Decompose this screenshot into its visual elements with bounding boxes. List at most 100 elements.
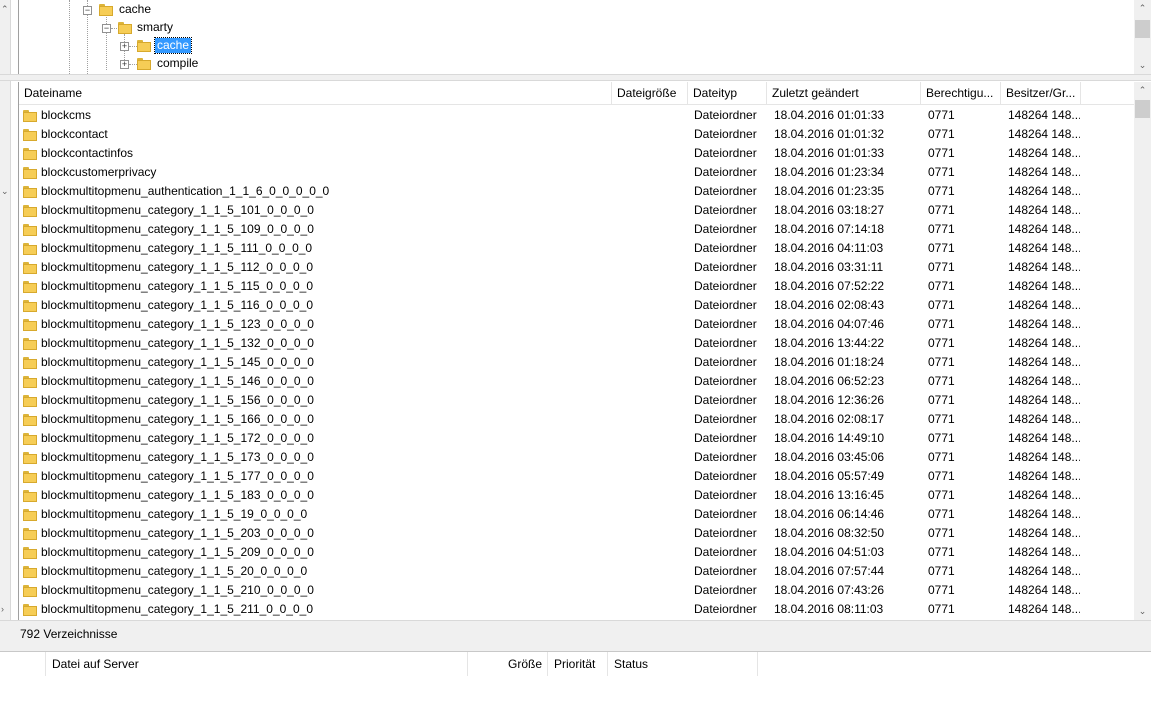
table-row[interactable]: blockmultitopmenu_category_1_1_5_123_0_0… xyxy=(19,315,1135,334)
cell-type: Dateiordner xyxy=(694,184,757,198)
cell-name: blockmultitopmenu_category_1_1_5_172_0_0… xyxy=(41,431,314,445)
cell-perms: 0771 xyxy=(928,108,955,122)
queue-column-size[interactable]: Größe xyxy=(468,652,548,676)
queue-column-file[interactable]: Datei auf Server xyxy=(46,652,468,676)
list-header: ⌃ Dateiname Dateigröße Dateityp Zuletzt … xyxy=(19,82,1135,105)
cell-type: Dateiordner xyxy=(694,203,757,217)
cell-perms: 0771 xyxy=(928,374,955,388)
chevron-down-icon[interactable]: ⌄ xyxy=(1,186,9,197)
tree-scrollbar[interactable]: ⌃ ⌄ xyxy=(1134,0,1151,74)
table-row[interactable]: blockmultitopmenu_category_1_1_5_20_0_0_… xyxy=(19,562,1135,581)
table-row[interactable]: blockcustomerprivacy Dateiordner 18.04.201… xyxy=(19,163,1135,182)
table-row[interactable]: blockmultitopmenu_authentication_1_1_6_0… xyxy=(19,182,1135,201)
tree-guide-line xyxy=(106,30,107,70)
table-row[interactable]: blockcms Dateiordner 18.04.2016 01:01:33 07… xyxy=(19,106,1135,125)
cell-perms: 0771 xyxy=(928,431,955,445)
tree-node-label[interactable]: cache xyxy=(117,2,153,17)
cell-name: blockmultitopmenu_category_1_1_5_101_0_0… xyxy=(41,203,314,217)
table-row[interactable]: blockmultitopmenu_category_1_1_5_156_0_0… xyxy=(19,391,1135,410)
tree-node-label[interactable]: cache xyxy=(153,37,193,54)
cell-owner: 148264 148... xyxy=(1008,374,1080,388)
table-row[interactable]: blockmultitopmenu_category_1_1_5_172_0_0… xyxy=(19,429,1135,448)
cell-name: blockmultitopmenu_category_1_1_5_123_0_0… xyxy=(41,317,314,331)
cell-type: Dateiordner xyxy=(694,260,757,274)
table-row[interactable]: blockmultitopmenu_category_1_1_5_132_0_0… xyxy=(19,334,1135,353)
column-header-modified[interactable]: Zuletzt geändert xyxy=(767,82,921,104)
expand-icon[interactable]: + xyxy=(120,42,129,51)
cell-modified: 18.04.2016 02:08:17 xyxy=(774,412,885,426)
cell-modified: 18.04.2016 07:57:44 xyxy=(774,564,885,578)
table-row[interactable]: blockmultitopmenu_category_1_1_5_145_0_0… xyxy=(19,353,1135,372)
table-row[interactable]: blockmultitopmenu_category_1_1_5_210_0_0… xyxy=(19,581,1135,600)
transfer-queue[interactable]: Datei auf Server Größe Priorität Status xyxy=(0,652,1151,720)
queue-column-priority[interactable]: Priorität xyxy=(548,652,608,676)
scroll-up-icon[interactable]: ⌃ xyxy=(1134,0,1151,17)
table-row[interactable]: blockmultitopmenu_category_1_1_5_203_0_0… xyxy=(19,524,1135,543)
column-header-owner[interactable]: Besitzer/Gr... xyxy=(1001,82,1081,104)
cell-perms: 0771 xyxy=(928,450,955,464)
cell-type: Dateiordner xyxy=(694,450,757,464)
cell-owner: 148264 148... xyxy=(1008,526,1080,540)
column-header-filesize[interactable]: Dateigröße xyxy=(612,82,688,104)
cell-type: Dateiordner xyxy=(694,545,757,559)
column-header-filename[interactable]: Dateiname xyxy=(19,82,612,104)
cell-name: blockmultitopmenu_category_1_1_5_209_0_0… xyxy=(41,545,314,559)
table-row[interactable]: blockmultitopmenu_category_1_1_5_211_0_0… xyxy=(19,600,1135,619)
cell-modified: 18.04.2016 13:44:22 xyxy=(774,336,885,350)
folder-icon xyxy=(137,38,151,52)
cell-name: blockmultitopmenu_category_1_1_5_111_0_0… xyxy=(41,241,313,255)
scroll-down-icon[interactable]: ⌄ xyxy=(1134,603,1151,620)
collapse-icon[interactable]: − xyxy=(83,6,92,15)
remote-directory-tree[interactable]: − cache − smarty + cache + compile xyxy=(18,0,1135,74)
column-header-filetype[interactable]: Dateityp xyxy=(688,82,767,104)
queue-splitter[interactable] xyxy=(0,645,1151,652)
cell-name: blockmultitopmenu_category_1_1_5_132_0_0… xyxy=(41,336,314,350)
scrollbar-thumb[interactable] xyxy=(1135,100,1150,118)
folder-icon xyxy=(23,393,37,407)
folder-icon xyxy=(23,127,37,141)
cell-perms: 0771 xyxy=(928,298,955,312)
table-row[interactable]: blockcontactinfos Dateiordner 18.04.2016 0… xyxy=(19,144,1135,163)
table-row[interactable]: blockmultitopmenu_category_1_1_5_109_0_0… xyxy=(19,220,1135,239)
table-row[interactable]: blockmultitopmenu_category_1_1_5_177_0_0… xyxy=(19,467,1135,486)
expand-icon[interactable]: + xyxy=(120,60,129,69)
column-header-permissions[interactable]: Berechtigu... xyxy=(921,82,1001,104)
tree-node-label[interactable]: smarty xyxy=(135,20,175,35)
table-row[interactable]: blockmultitopmenu_category_1_1_5_115_0_0… xyxy=(19,277,1135,296)
table-row[interactable]: blockmultitopmenu_category_1_1_5_101_0_0… xyxy=(19,201,1135,220)
scroll-up-icon[interactable]: ⌃ xyxy=(1134,82,1151,99)
table-row[interactable]: blockmultitopmenu_category_1_1_5_166_0_0… xyxy=(19,410,1135,429)
scrollbar-thumb[interactable] xyxy=(1135,20,1150,38)
cell-perms: 0771 xyxy=(928,412,955,426)
cell-owner: 148264 148... xyxy=(1008,108,1080,122)
chevron-up-icon[interactable]: ⌃ xyxy=(1,4,9,15)
cell-owner: 148264 148... xyxy=(1008,507,1080,521)
cell-modified: 18.04.2016 04:07:46 xyxy=(774,317,885,331)
cell-modified: 18.04.2016 14:49:10 xyxy=(774,431,885,445)
file-list-scrollbar[interactable]: ⌃ ⌄ xyxy=(1134,82,1151,620)
cell-owner: 148264 148... xyxy=(1008,450,1080,464)
cell-modified: 18.04.2016 05:57:49 xyxy=(774,469,885,483)
table-row[interactable]: blockmultitopmenu_category_1_1_5_19_0_0_… xyxy=(19,505,1135,524)
collapse-icon[interactable]: − xyxy=(102,24,111,33)
table-row[interactable]: blockmultitopmenu_category_1_1_5_112_0_0… xyxy=(19,258,1135,277)
table-row[interactable]: blockmultitopmenu_category_1_1_5_209_0_0… xyxy=(19,543,1135,562)
cell-perms: 0771 xyxy=(928,526,955,540)
tree-node-label[interactable]: compile xyxy=(155,56,200,71)
file-rows: blockcms Dateiordner 18.04.2016 01:01:33 07… xyxy=(19,106,1135,619)
cell-type: Dateiordner xyxy=(694,507,757,521)
queue-column-status[interactable]: Status xyxy=(608,652,758,676)
remote-file-list[interactable]: ⌃ Dateiname Dateigröße Dateityp Zuletzt … xyxy=(18,82,1135,620)
pane-splitter[interactable] xyxy=(0,74,1151,81)
table-row[interactable]: blockmultitopmenu_category_1_1_5_173_0_0… xyxy=(19,448,1135,467)
table-row[interactable]: blockmultitopmenu_category_1_1_5_111_0_0… xyxy=(19,239,1135,258)
chevron-right-icon[interactable]: › xyxy=(1,604,4,614)
cell-owner: 148264 148... xyxy=(1008,431,1080,445)
scroll-down-icon[interactable]: ⌄ xyxy=(1134,57,1151,74)
table-row[interactable]: blockmultitopmenu_category_1_1_5_116_0_0… xyxy=(19,296,1135,315)
folder-icon xyxy=(23,583,37,597)
table-row[interactable]: blockmultitopmenu_category_1_1_5_183_0_0… xyxy=(19,486,1135,505)
table-row[interactable]: blockmultitopmenu_category_1_1_5_146_0_0… xyxy=(19,372,1135,391)
table-row[interactable]: blockcontact Dateiordner 18.04.2016 01:01:… xyxy=(19,125,1135,144)
cell-modified: 18.04.2016 13:16:45 xyxy=(774,488,885,502)
